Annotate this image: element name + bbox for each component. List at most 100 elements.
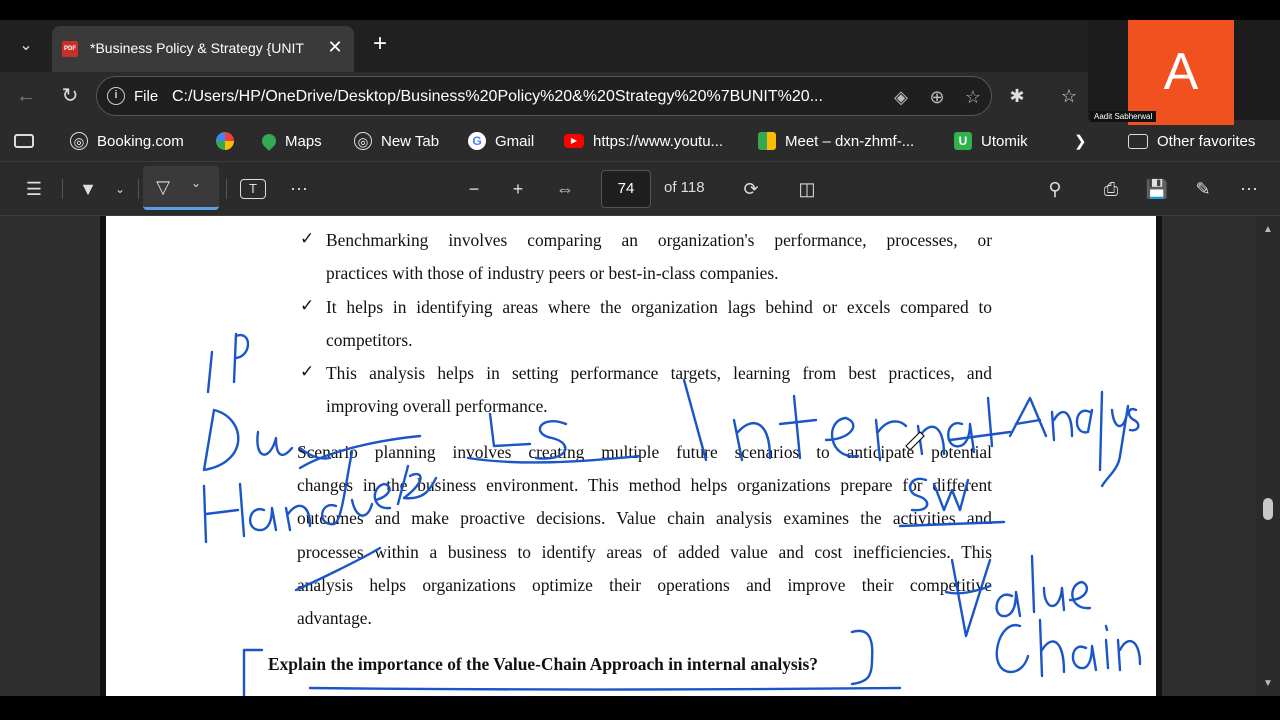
page-count: of 118 xyxy=(664,179,705,196)
pdf-toolbar: ☰ ▼ ⌄ ▽ ⌄ T ⋯ − + ⇔ 74 of 118 ⟳ ◫ ⚲ ⎙ 💾 … xyxy=(0,162,1280,216)
bookmark-utomik[interactable]: U Utomik xyxy=(954,128,1028,154)
toolbar-divider xyxy=(62,179,63,199)
draw-tool-button[interactable]: ▽ ⌄ xyxy=(143,166,219,210)
address-url[interactable]: C:/Users/HP/OneDrive/Desktop/Business%20… xyxy=(172,88,877,106)
bullet-line: It helps in identifying areas where the … xyxy=(326,297,992,317)
highlight-icon[interactable]: ▼ xyxy=(74,177,102,201)
meeting-video-tile: A Aadit Sabherwal xyxy=(1088,20,1280,125)
new-tab-button[interactable]: + xyxy=(366,30,394,58)
bookmarks-bar: ◎ Booking.com Maps ◎ New Tab G Gmail ▶ https… xyxy=(0,120,1280,162)
favorite-star-icon[interactable]: ☆ xyxy=(961,85,985,109)
bookmark-new-tab[interactable]: ◎ New Tab xyxy=(354,128,439,154)
scroll-up-icon[interactable]: ▲ xyxy=(1260,222,1276,238)
paragraph-line: analysis helps organizations optimize th… xyxy=(297,575,992,595)
scroll-thumb[interactable] xyxy=(1263,498,1273,520)
checkmark-icon: ✓ xyxy=(300,296,315,315)
page-view-icon[interactable]: ◫ xyxy=(794,177,820,201)
refresh-icon[interactable]: ↻ xyxy=(56,82,84,110)
text-icon[interactable]: T xyxy=(240,179,266,199)
scrollbar[interactable]: ▲ ▼ xyxy=(1256,216,1280,696)
close-icon[interactable]: ✕ xyxy=(324,36,346,58)
address-bar[interactable]: i File C:/Users/HP/OneDrive/Desktop/Busi… xyxy=(96,76,992,116)
bullet-line: improving overall performance. xyxy=(326,396,548,416)
bookmark-label: New Tab xyxy=(381,132,440,150)
question-heading: Explain the importance of the Value-Chai… xyxy=(268,654,818,674)
checkmark-icon: ✓ xyxy=(300,362,315,381)
tab-title: *Business Policy & Strategy {UNIT xyxy=(90,40,304,56)
maps-icon xyxy=(259,131,279,151)
participant-avatar: A xyxy=(1128,20,1234,125)
bookmark-gmail[interactable]: G Gmail xyxy=(468,128,534,154)
pdf-page[interactable]: ✓ Benchmarking involves comparing an org… xyxy=(100,216,1162,696)
paragraph-line: changes in the business environment. Thi… xyxy=(297,475,992,495)
address-bar-row: ← ↻ i File C:/Users/HP/OneDrive/Desktop/… xyxy=(0,72,1088,120)
page-number-input[interactable]: 74 xyxy=(601,170,651,208)
utomik-icon: U xyxy=(954,132,972,150)
bullet-line: Benchmarking involves comparing an organ… xyxy=(326,230,992,250)
bookmark-label: Utomik xyxy=(981,132,1028,150)
bullet-line: practices with those of industry peers o… xyxy=(326,263,779,283)
pdf-icon: PDF xyxy=(62,41,78,57)
chevron-down-icon[interactable]: ⌄ xyxy=(110,177,130,201)
copilot-icon[interactable]: ◈ xyxy=(889,85,913,109)
bookmark-booking[interactable]: ◎ Booking.com xyxy=(70,128,184,154)
top-black-bar xyxy=(0,0,1280,20)
paragraph-line: processes within a business to identify … xyxy=(297,542,992,562)
zoom-icon[interactable]: ⊕ xyxy=(925,85,949,109)
save-as-icon[interactable]: ✎ xyxy=(1190,177,1216,201)
paragraph-line: Scenario planning involves creating mult… xyxy=(297,442,992,462)
bullet-line: This analysis helps in setting performan… xyxy=(326,363,992,383)
participant-name: Aadit Sabherwal xyxy=(1090,111,1157,122)
bookmark-label: https://www.youtu... xyxy=(593,132,724,150)
paragraph-line: advantage. xyxy=(297,608,372,628)
draw-icon: ▽ xyxy=(156,177,170,197)
favorites-icon[interactable]: ☆ xyxy=(1056,84,1082,108)
fit-page-icon[interactable]: ⇔ xyxy=(552,177,578,201)
contents-icon[interactable]: ☰ xyxy=(20,177,48,201)
settings-more-icon[interactable]: ⋯ xyxy=(1236,177,1262,201)
search-icon[interactable]: ⚲ xyxy=(1042,177,1068,201)
save-icon[interactable]: 💾 xyxy=(1144,177,1170,201)
bullet-line: competitors. xyxy=(326,330,413,350)
folder-icon xyxy=(1128,133,1148,149)
bottom-black-bar xyxy=(0,696,1280,720)
page-content: ✓ Benchmarking involves comparing an org… xyxy=(106,216,1156,696)
google-photos-icon xyxy=(216,132,234,150)
meet-icon xyxy=(758,132,776,150)
screen: ⌄ PDF *Business Policy & Strategy {UNIT … xyxy=(0,0,1280,720)
other-favorites[interactable]: Other favorites xyxy=(1128,128,1255,154)
tab-list-button[interactable]: ⌄ xyxy=(8,34,44,58)
tab-active[interactable]: PDF *Business Policy & Strategy {UNIT ✕ xyxy=(52,26,354,72)
bookmark-maps[interactable]: Maps xyxy=(259,128,322,154)
address-scheme: File xyxy=(134,88,159,105)
bookmark-label: Gmail xyxy=(495,132,535,150)
google-icon: G xyxy=(468,132,486,150)
globe-icon: ◎ xyxy=(70,132,88,150)
more-tools-icon[interactable]: ⋯ xyxy=(286,177,312,201)
scroll-down-icon[interactable]: ▼ xyxy=(1260,676,1276,692)
bookmark-google-photos[interactable] xyxy=(216,128,243,154)
paragraph-line: outcomes and make proactive decisions. V… xyxy=(297,508,992,528)
youtube-icon: ▶ xyxy=(564,134,584,148)
chevron-down-icon: ⌄ xyxy=(190,176,202,190)
zoom-out-icon[interactable]: − xyxy=(462,177,486,201)
bookmark-youtube[interactable]: ▶ https://www.youtu... xyxy=(564,128,723,154)
extensions-icon[interactable]: ✱ xyxy=(1004,84,1030,108)
toolbar-divider xyxy=(226,179,227,199)
tab-strip: ⌄ PDF *Business Policy & Strategy {UNIT … xyxy=(0,20,1088,72)
toolbar-divider xyxy=(138,179,139,199)
bookmark-meet[interactable]: Meet – dxn-zhmf-... xyxy=(758,128,914,154)
reading-view-icon[interactable] xyxy=(14,128,34,154)
print-icon[interactable]: ⎙ xyxy=(1098,177,1124,201)
bookmark-label: Maps xyxy=(285,132,322,150)
other-favorites-label: Other favorites xyxy=(1157,132,1256,150)
back-icon[interactable]: ← xyxy=(12,82,40,110)
info-icon[interactable]: i xyxy=(107,87,125,105)
zoom-in-icon[interactable]: + xyxy=(506,177,530,201)
rotate-icon[interactable]: ⟳ xyxy=(738,177,764,201)
globe-icon: ◎ xyxy=(354,132,372,150)
bookmark-label: Booking.com xyxy=(97,132,184,150)
bookmark-label: Meet – dxn-zhmf-... xyxy=(785,132,915,150)
chevron-right-icon[interactable]: ❯ xyxy=(1074,128,1087,154)
checkmark-icon: ✓ xyxy=(300,229,315,248)
